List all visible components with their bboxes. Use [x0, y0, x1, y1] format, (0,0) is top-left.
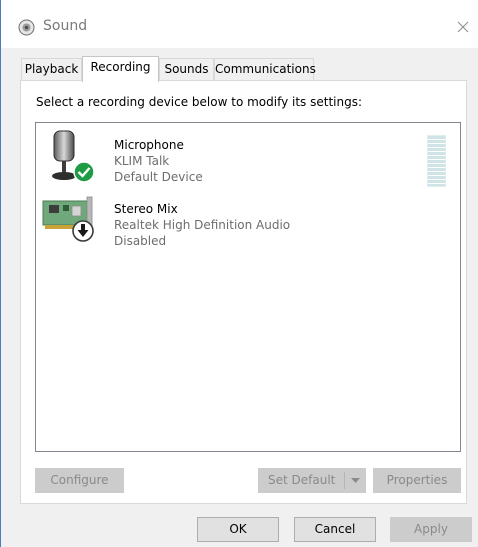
tab-sounds[interactable]: Sounds [159, 58, 214, 80]
device-status: Disabled [114, 234, 167, 248]
set-default-dropdown[interactable] [344, 472, 365, 489]
tab-recording[interactable]: Recording [82, 56, 159, 82]
recording-panel: Select a recording device below to modif… [20, 80, 467, 504]
properties-button[interactable]: Properties [373, 468, 461, 493]
default-check-badge [73, 161, 95, 183]
device-name: Microphone [114, 138, 184, 152]
configure-button[interactable]: Configure [35, 468, 124, 493]
device-status: Default Device [114, 170, 203, 184]
cancel-button[interactable]: Cancel [294, 517, 376, 542]
sound-dialog: Sound Playback Recording Sounds Communic… [0, 0, 478, 547]
close-icon [457, 21, 469, 33]
device-info: Stereo Mix Realtek High Definition Audio… [114, 201, 290, 249]
microphone-icon [52, 130, 95, 183]
close-button[interactable] [450, 14, 476, 40]
instruction-text: Select a recording device below to modif… [36, 95, 363, 109]
device-name: Stereo Mix [114, 202, 178, 216]
sound-card-icon [42, 196, 94, 242]
device-description: KLIM Talk [114, 154, 170, 168]
apply-button[interactable]: Apply [390, 517, 472, 542]
device-description: Realtek High Definition Audio [114, 218, 291, 232]
ok-button[interactable]: OK [197, 517, 279, 542]
chevron-down-icon [350, 477, 360, 483]
device-info: Microphone KLIM Talk Default Device [114, 137, 203, 185]
disabled-down-arrow-badge [72, 220, 94, 242]
set-default-button[interactable]: Set Default [258, 468, 366, 493]
tab-communications[interactable]: Communications [214, 58, 316, 80]
title-bar: Sound [1, 0, 478, 48]
window-title: Sound [43, 18, 88, 34]
level-meter [427, 135, 446, 187]
set-default-label: Set Default [268, 473, 336, 487]
speaker-icon [18, 19, 35, 36]
device-stereo-mix[interactable]: Stereo Mix Realtek High Definition Audio… [36, 191, 460, 249]
device-microphone[interactable]: Microphone KLIM Talk Default Device [36, 127, 460, 187]
tab-playback[interactable]: Playback [21, 58, 82, 80]
device-list[interactable]: Microphone KLIM Talk Default Device Ster… [35, 122, 461, 452]
